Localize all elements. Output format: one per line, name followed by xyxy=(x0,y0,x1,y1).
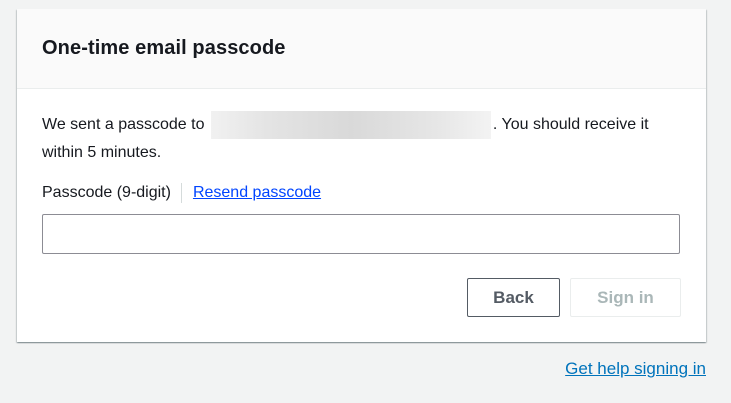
redacted-email xyxy=(210,111,491,139)
resend-passcode-link[interactable]: Resend passcode xyxy=(193,184,321,202)
page-title: One-time email passcode xyxy=(42,37,286,59)
signin-card: One-time email passcode We sent a passco… xyxy=(17,9,706,342)
get-help-signing-in-link[interactable]: Get help signing in xyxy=(565,359,706,379)
message-prefix: We sent a passcode to xyxy=(42,116,205,133)
back-button[interactable]: Back xyxy=(467,278,560,317)
card-header: One-time email passcode xyxy=(17,9,706,89)
sign-in-button[interactable]: Sign in xyxy=(570,278,681,317)
card-body: We sent a passcode to . You should recei… xyxy=(17,89,706,254)
passcode-label-row: Passcode (9-digit) Resend passcode xyxy=(42,181,681,205)
passcode-sent-message: We sent a passcode to . You should recei… xyxy=(42,111,682,167)
passcode-label: Passcode (9-digit) xyxy=(42,183,182,203)
action-buttons: Back Sign in xyxy=(467,278,681,317)
passcode-input[interactable] xyxy=(42,214,680,254)
